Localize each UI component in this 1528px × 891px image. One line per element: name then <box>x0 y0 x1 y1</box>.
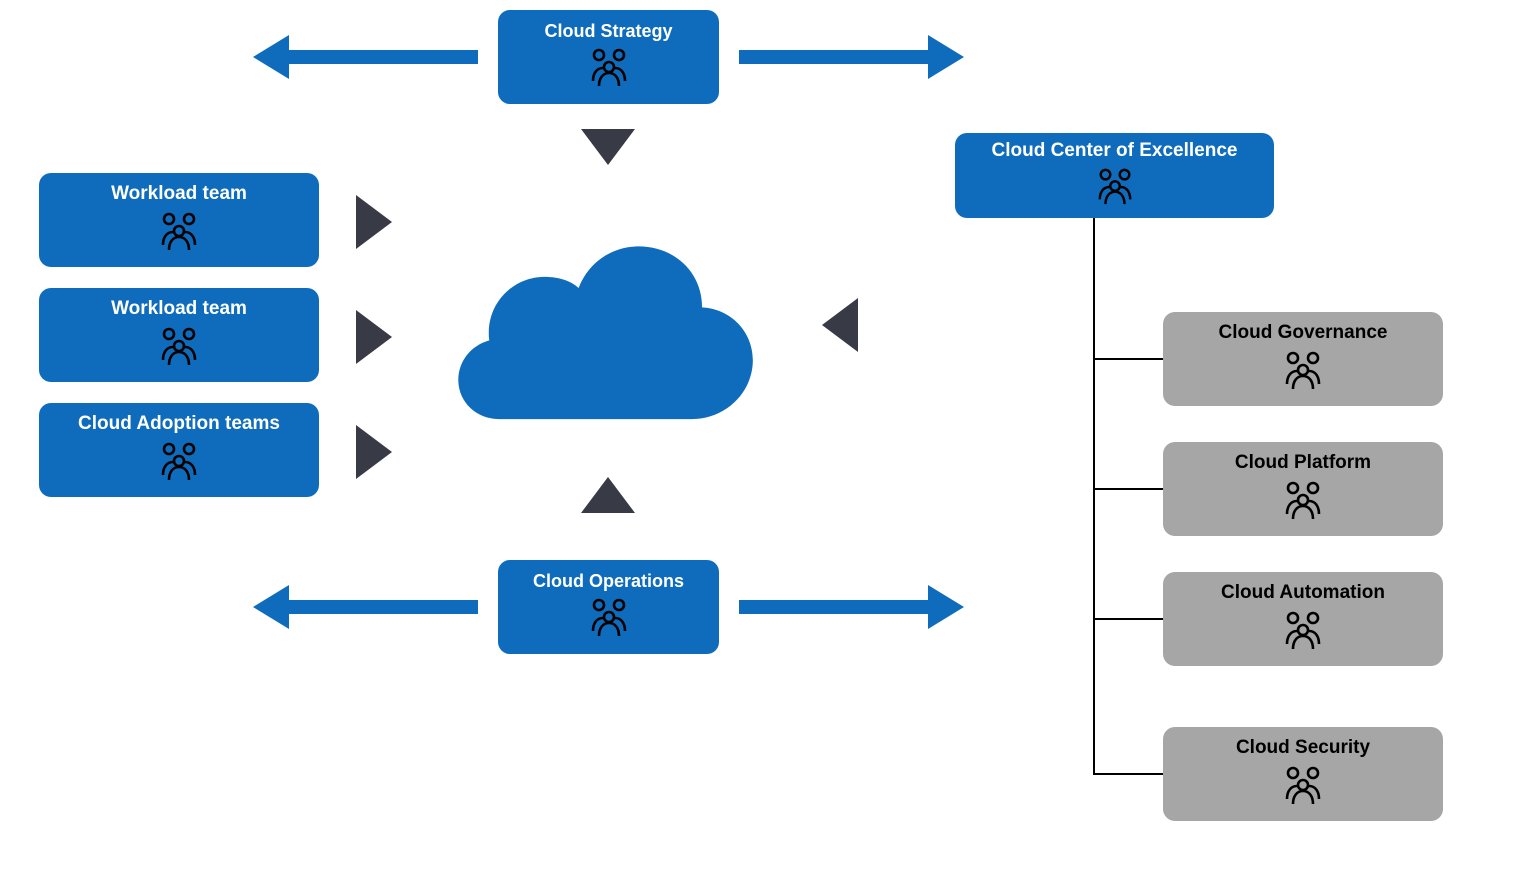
cloud-platform-title: Cloud Platform <box>1235 452 1371 475</box>
node-cloud-security: Cloud Security <box>1163 727 1443 821</box>
node-cloud-adoption: Cloud Adoption teams <box>39 403 319 497</box>
people-icon <box>581 598 637 643</box>
ccoe-title: Cloud Center of Excellence <box>991 140 1237 163</box>
connector-line <box>1093 773 1163 775</box>
cloud-icon <box>438 215 763 420</box>
cloud-governance-title: Cloud Governance <box>1219 322 1388 345</box>
people-icon <box>1275 611 1331 656</box>
node-cloud-governance: Cloud Governance <box>1163 312 1443 406</box>
workload-team-1-title: Workload team <box>111 183 247 206</box>
triangle-down-icon <box>581 129 635 165</box>
people-icon <box>1275 766 1331 811</box>
node-ccoe: Cloud Center of Excellence <box>955 133 1274 218</box>
node-cloud-operations: Cloud Operations <box>498 560 719 654</box>
triangle-right-icon <box>356 310 392 364</box>
people-icon <box>151 327 207 372</box>
people-icon <box>1275 351 1331 396</box>
node-cloud-platform: Cloud Platform <box>1163 442 1443 536</box>
arrow-right-icon <box>739 594 964 620</box>
cloud-strategy-title: Cloud Strategy <box>544 21 672 43</box>
connector-line <box>1093 358 1163 360</box>
people-icon <box>151 442 207 487</box>
cloud-operations-title: Cloud Operations <box>533 571 684 593</box>
arrow-right-icon <box>739 44 964 70</box>
node-cloud-strategy: Cloud Strategy <box>498 10 719 104</box>
node-cloud-automation: Cloud Automation <box>1163 572 1443 666</box>
arrow-left-icon <box>253 44 478 70</box>
triangle-left-icon <box>822 298 858 352</box>
people-icon <box>151 212 207 257</box>
arrow-left-icon <box>253 594 478 620</box>
connector-line <box>1093 488 1163 490</box>
people-icon <box>1087 168 1143 211</box>
triangle-up-icon <box>581 477 635 513</box>
workload-team-2-title: Workload team <box>111 298 247 321</box>
node-workload-team-1: Workload team <box>39 173 319 267</box>
triangle-right-icon <box>356 195 392 249</box>
connector-line <box>1093 618 1163 620</box>
triangle-right-icon <box>356 425 392 479</box>
people-icon <box>581 48 637 93</box>
people-icon <box>1275 481 1331 526</box>
cloud-automation-title: Cloud Automation <box>1221 582 1385 605</box>
node-workload-team-2: Workload team <box>39 288 319 382</box>
cloud-adoption-title: Cloud Adoption teams <box>78 413 280 436</box>
cloud-security-title: Cloud Security <box>1236 737 1370 760</box>
connector-line <box>1093 218 1095 775</box>
